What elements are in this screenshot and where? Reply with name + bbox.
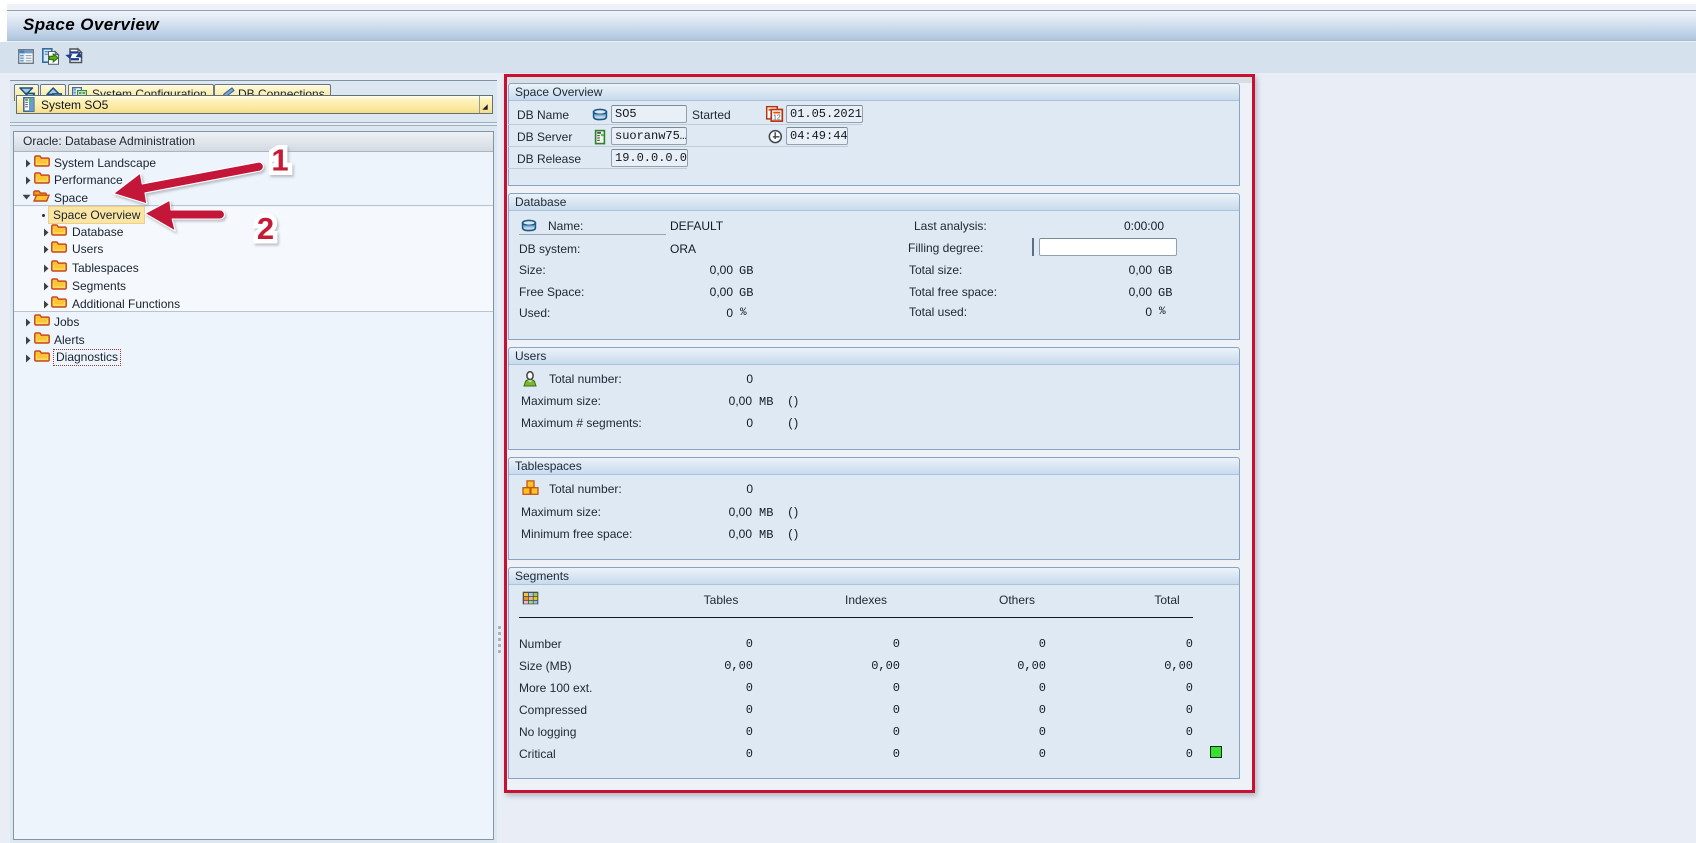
svg-text:12: 12: [773, 115, 781, 122]
